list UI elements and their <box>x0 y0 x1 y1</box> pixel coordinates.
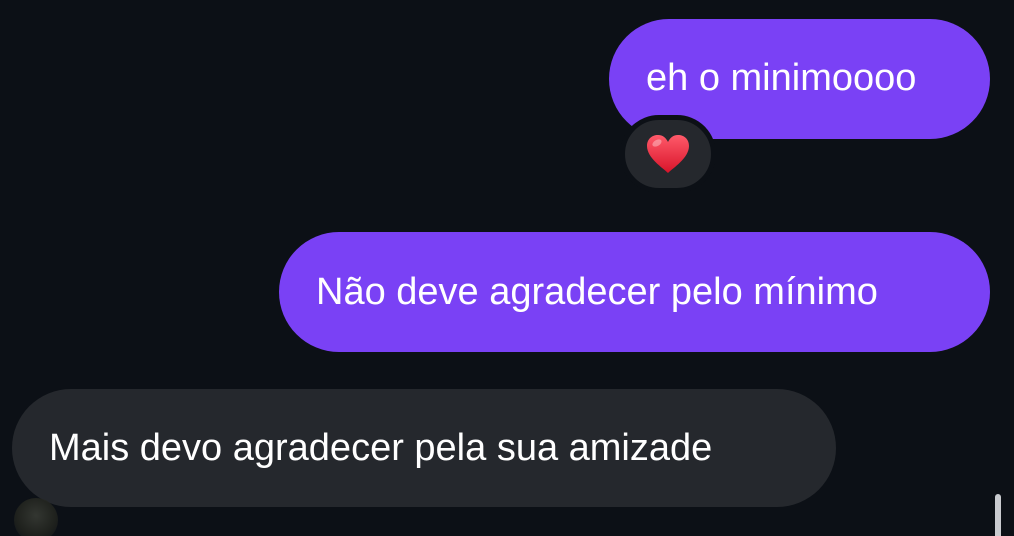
message-reaction[interactable] <box>620 115 716 193</box>
sent-message-bubble[interactable]: Não deve agradecer pelo mínimo <box>279 232 990 352</box>
sender-avatar[interactable] <box>14 498 58 536</box>
message-text: eh o minimoooo <box>646 57 917 99</box>
heart-icon <box>645 133 691 175</box>
message-text: Não deve agradecer pelo mínimo <box>316 271 878 313</box>
message-text: Mais devo agradecer pela sua amizade <box>49 427 713 469</box>
chat-thread: eh o minimoooo Não deve agradecer pelo m… <box>0 0 1014 536</box>
scrollbar[interactable] <box>995 494 1001 536</box>
received-message-bubble[interactable]: Mais devo agradecer pela sua amizade <box>12 389 836 507</box>
